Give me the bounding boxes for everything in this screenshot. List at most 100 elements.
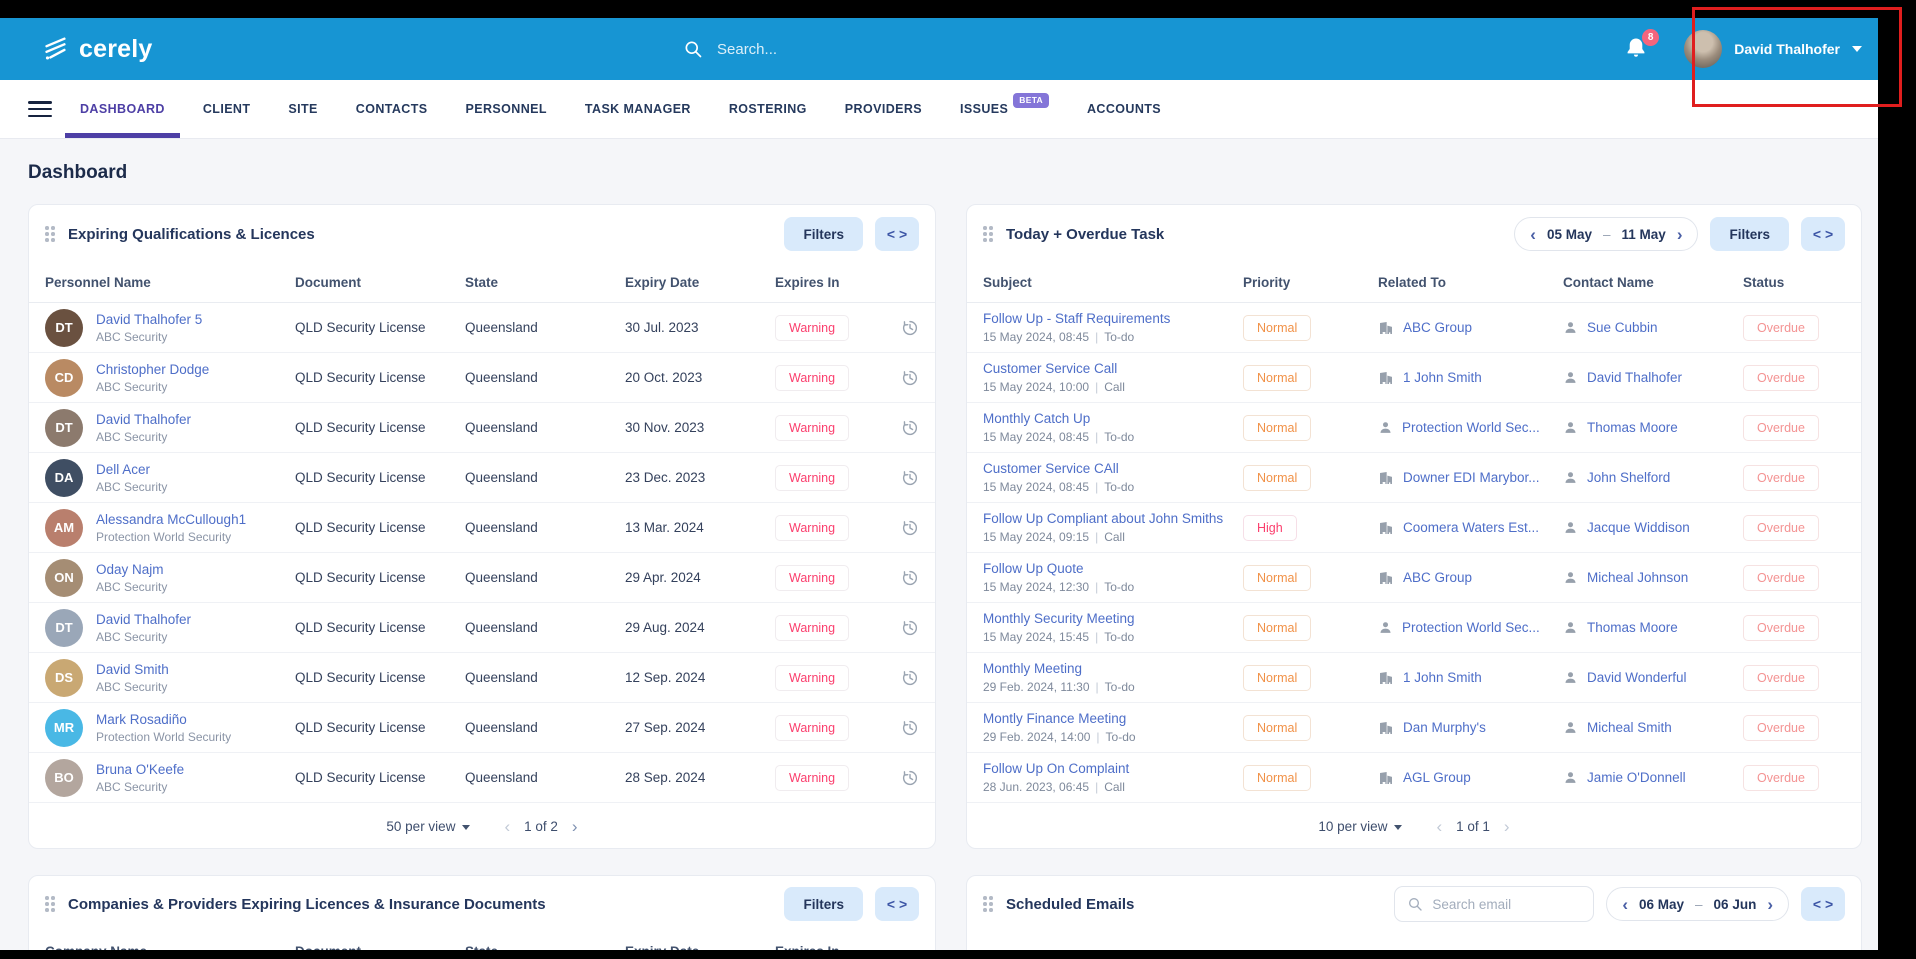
filters-button[interactable]: Filters — [784, 887, 863, 921]
next-page-button[interactable]: › — [1504, 818, 1510, 835]
task-subject-link[interactable]: Monthly Catch Up — [983, 411, 1134, 426]
task-subject-link[interactable]: Follow Up Compliant about John Smiths — [983, 511, 1223, 526]
history-icon[interactable] — [901, 619, 919, 637]
nav-item-issues[interactable]: ISSUESBETA — [960, 80, 1049, 138]
qualification-row: BO Bruna O'Keefe ABC Security QLD Securi… — [29, 753, 935, 803]
task-subject-link[interactable]: Monthly Security Meeting — [983, 611, 1135, 626]
nav-item-dashboard[interactable]: DASHBOARD — [80, 80, 165, 138]
global-search[interactable]: Search... — [683, 39, 777, 59]
date-range-picker[interactable]: ‹ 06 May – 06 Jun › — [1606, 887, 1789, 921]
contact-name-link[interactable]: Thomas Moore — [1587, 620, 1678, 635]
contact-name-link[interactable]: David Wonderful — [1587, 670, 1687, 685]
nav-item-contacts[interactable]: CONTACTS — [356, 80, 428, 138]
contact-name-link[interactable]: John Shelford — [1587, 470, 1670, 485]
nav-item-rostering[interactable]: ROSTERING — [729, 80, 807, 138]
chevron-right-icon[interactable]: › — [1767, 896, 1773, 913]
task-subject-link[interactable]: Montly Finance Meeting — [983, 711, 1136, 726]
filters-button[interactable]: Filters — [1710, 217, 1789, 251]
personnel-name-link[interactable]: Christopher Dodge — [96, 362, 209, 377]
notifications-button[interactable]: 8 — [1624, 36, 1650, 62]
personnel-name-link[interactable]: Mark Rosadiño — [96, 712, 231, 727]
contact-name-link[interactable]: Sue Cubbin — [1587, 320, 1658, 335]
nav-item-site[interactable]: SITE — [288, 80, 317, 138]
related-to-link[interactable]: 1 John Smith — [1403, 370, 1482, 385]
history-icon[interactable] — [901, 319, 919, 337]
drag-handle-icon[interactable] — [45, 896, 55, 912]
contact-name-link[interactable]: Thomas Moore — [1587, 420, 1678, 435]
company-icon — [1378, 770, 1394, 786]
next-page-button[interactable]: › — [572, 818, 578, 835]
contact-name-link[interactable]: Jacque Widdison — [1587, 520, 1690, 535]
search-email-field[interactable] — [1394, 886, 1594, 922]
nav-item-providers[interactable]: PROVIDERS — [845, 80, 922, 138]
personnel-name-link[interactable]: David Smith — [96, 662, 169, 677]
state-cell: Queensland — [465, 470, 625, 485]
filters-button[interactable]: Filters — [784, 217, 863, 251]
hamburger-menu-button[interactable] — [28, 101, 52, 117]
task-subject-link[interactable]: Customer Service CAll — [983, 461, 1134, 476]
expires-in-badge: Warning — [775, 315, 849, 341]
history-icon[interactable] — [901, 369, 919, 387]
personnel-name-link[interactable]: Alessandra McCullough1 — [96, 512, 246, 527]
contact-name-link[interactable]: Micheal Johnson — [1587, 570, 1688, 585]
history-icon[interactable] — [901, 569, 919, 587]
contact-name-link[interactable]: Jamie O'Donnell — [1587, 770, 1686, 785]
task-subject-link[interactable]: Follow Up On Complaint — [983, 761, 1129, 776]
per-view-dropdown[interactable]: 10 per view — [1318, 819, 1402, 834]
task-subject-link[interactable]: Monthly Meeting — [983, 661, 1135, 676]
related-to-link[interactable]: Protection World Sec... — [1402, 620, 1540, 635]
drag-handle-icon[interactable] — [45, 226, 55, 242]
related-to-link[interactable]: 1 John Smith — [1403, 670, 1482, 685]
status-badge: Overdue — [1743, 415, 1819, 441]
history-icon[interactable] — [901, 519, 919, 537]
related-to-link[interactable]: Coomera Waters Est... — [1403, 520, 1539, 535]
personnel-name-link[interactable]: Dell Acer — [96, 462, 167, 477]
personnel-name-link[interactable]: David Thalhofer — [96, 412, 191, 427]
brand-logo[interactable]: cerely — [40, 34, 153, 64]
drag-handle-icon[interactable] — [983, 896, 993, 912]
history-icon[interactable] — [901, 669, 919, 687]
prev-page-button[interactable]: ‹ — [1436, 818, 1442, 835]
prev-page-button[interactable]: ‹ — [504, 818, 510, 835]
history-icon[interactable] — [901, 469, 919, 487]
related-to-link[interactable]: Protection World Sec... — [1402, 420, 1540, 435]
related-to-link[interactable]: ABC Group — [1403, 570, 1472, 585]
expand-button[interactable]: < > — [875, 887, 919, 921]
expand-button[interactable]: < > — [875, 217, 919, 251]
nav-item-accounts[interactable]: ACCOUNTS — [1087, 80, 1161, 138]
per-view-dropdown[interactable]: 50 per view — [386, 819, 470, 834]
history-icon[interactable] — [901, 419, 919, 437]
expand-button[interactable]: < > — [1801, 887, 1845, 921]
beta-badge: BETA — [1013, 93, 1049, 108]
personnel-name-link[interactable]: Bruna O'Keefe — [96, 762, 184, 777]
personnel-name-link[interactable]: Oday Najm — [96, 562, 167, 577]
date-range-picker[interactable]: ‹ 05 May – 11 May › — [1514, 217, 1698, 251]
personnel-name-link[interactable]: David Thalhofer 5 — [96, 312, 202, 327]
chevron-right-icon[interactable]: › — [1677, 226, 1683, 243]
expand-button[interactable]: < > — [1801, 217, 1845, 251]
user-menu[interactable]: David Thalhofer — [1684, 30, 1862, 68]
history-icon[interactable] — [901, 769, 919, 787]
drag-handle-icon[interactable] — [983, 226, 993, 242]
nav-item-client[interactable]: CLIENT — [203, 80, 251, 138]
chevron-left-icon[interactable]: ‹ — [1622, 896, 1628, 913]
column-header: State — [465, 275, 625, 290]
app-window: cerely Search... 8 David Thalhofer — [0, 18, 1878, 950]
task-subject-link[interactable]: Follow Up - Staff Requirements — [983, 311, 1170, 326]
history-icon[interactable] — [901, 719, 919, 737]
personnel-name-link[interactable]: David Thalhofer — [96, 612, 191, 627]
chevron-left-icon[interactable]: ‹ — [1530, 226, 1536, 243]
related-to-link[interactable]: ABC Group — [1403, 320, 1472, 335]
nav-item-personnel[interactable]: PERSONNEL — [466, 80, 547, 138]
contact-name-link[interactable]: Micheal Smith — [1587, 720, 1672, 735]
related-to-link[interactable]: Downer EDI Marybor... — [1403, 470, 1540, 485]
column-header: Company Name — [45, 944, 295, 950]
contact-name-link[interactable]: David Thalhofer — [1587, 370, 1682, 385]
search-email-input[interactable] — [1432, 897, 1581, 912]
task-subject-link[interactable]: Customer Service Call — [983, 361, 1125, 376]
related-to-link[interactable]: AGL Group — [1403, 770, 1471, 785]
column-header: Document — [295, 275, 465, 290]
task-subject-link[interactable]: Follow Up Quote — [983, 561, 1134, 576]
related-to-link[interactable]: Dan Murphy's — [1403, 720, 1486, 735]
nav-item-task-manager[interactable]: TASK MANAGER — [585, 80, 691, 138]
